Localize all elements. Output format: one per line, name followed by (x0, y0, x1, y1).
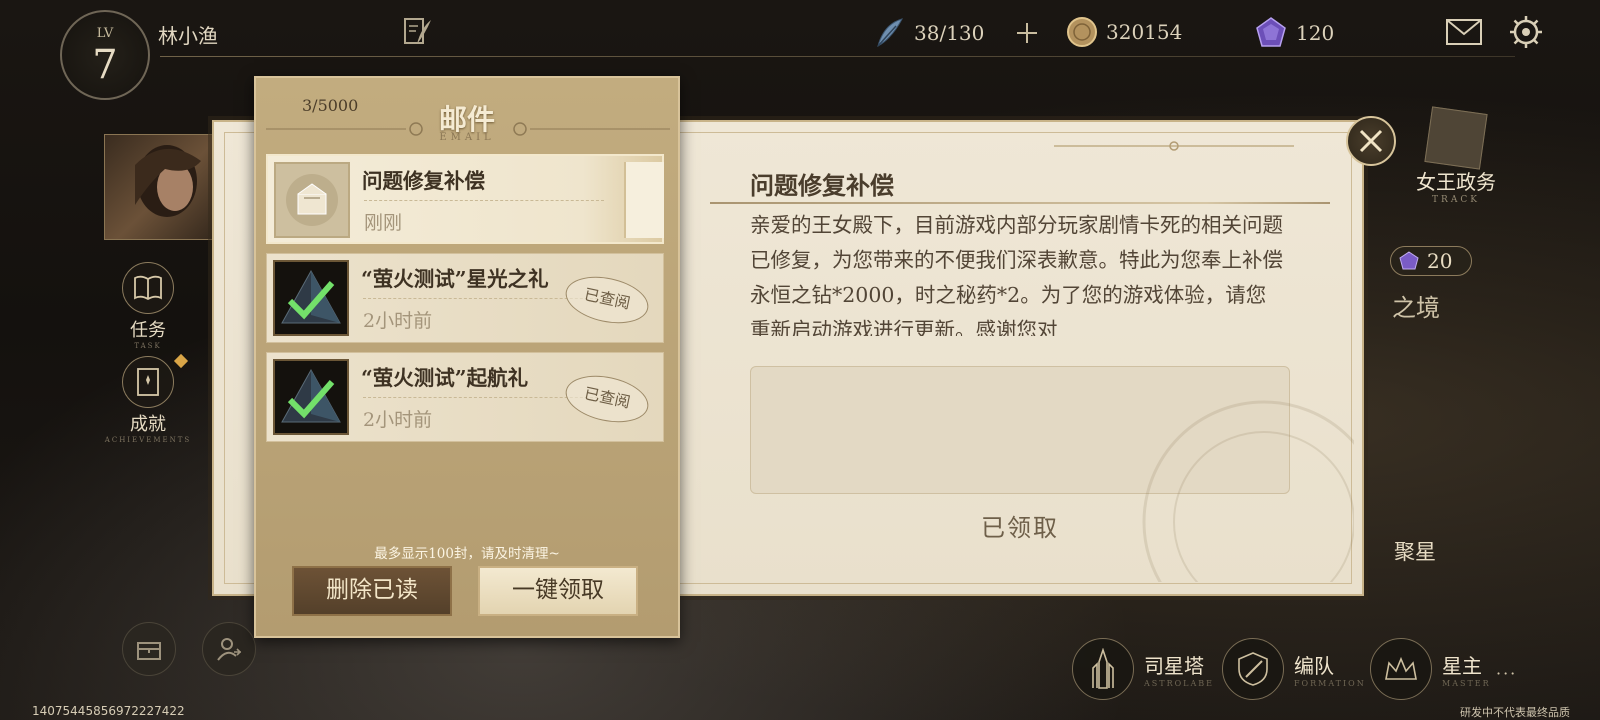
read-stamp: 已查阅 (561, 269, 653, 331)
close-icon (1359, 129, 1383, 153)
mail-header: 3/5000 邮件 EMAIL (256, 78, 678, 152)
pyramid-check-icon (281, 368, 341, 423)
mail-item-time: 2小时前 (363, 409, 433, 431)
level-number: 7 (92, 42, 118, 88)
shield-sword-icon (1222, 638, 1284, 700)
tower-icon (1072, 638, 1134, 700)
nav-formation[interactable]: 编队 FORMATION (1222, 638, 1366, 700)
envelope-icon (1446, 19, 1482, 45)
switch-character-button[interactable] (202, 622, 256, 676)
mail-item-name: “萤火测试”星光之礼 (361, 267, 549, 291)
mail-list: 问题修复补偿 刚刚 “萤火测试”星光之礼 2小时前 已查阅 “萤火测试”起航礼 … (266, 154, 664, 451)
gem-cost-value: 20 (1427, 249, 1453, 273)
add-stamina-button[interactable] (1012, 18, 1042, 48)
claim-all-button[interactable]: 一键领取 (478, 566, 638, 616)
mail-thumbnail (274, 162, 350, 238)
queen-affairs-sub: TRACK (1432, 195, 1480, 205)
chest-button[interactable] (122, 622, 176, 676)
game-screen: LV 7 林小渔 38/130 320154 120 任务 TASK 成就 AC… (0, 0, 1600, 720)
stamina-display: 38/130 (872, 16, 984, 50)
mail-item-selected[interactable]: 问题修复补偿 刚刚 (266, 154, 664, 244)
level-label: LV (96, 26, 114, 41)
quill-paper-icon (404, 18, 431, 44)
formation-sub: FORMATION (1294, 679, 1366, 688)
achievements-button[interactable]: 成就 ACHIEVEMENTS (103, 356, 193, 444)
queen-affairs-label: 女王政务 (1416, 170, 1496, 194)
purple-gem-small-icon (1399, 251, 1419, 270)
disclaimer-text: 研发中不代表最终品质 (1460, 706, 1570, 719)
detail-body-text: 亲爱的王女殿下，目前游戏内部分玩家剧情卡死的相关问题已修复，为您带来的不便我们深… (750, 213, 1283, 336)
coin-value: 320154 (1106, 20, 1183, 44)
nav-master[interactable]: 星主 MASTER (1370, 638, 1491, 700)
formation-label: 编队 (1294, 654, 1334, 678)
tasks-button[interactable]: 任务 TASK (103, 262, 193, 350)
nav-astrolabe[interactable]: 司星塔 ASTROLABE (1072, 638, 1214, 700)
open-envelope-icon (286, 174, 338, 226)
astrolabe-sub: ASTROLABE (1144, 679, 1214, 688)
chest-icon (137, 642, 161, 660)
mail-thumbnail (273, 359, 349, 435)
book-icon (122, 262, 174, 314)
mail-button[interactable] (1444, 16, 1484, 48)
scroll-quill-icon (1424, 106, 1488, 170)
selected-indicator (624, 162, 664, 238)
gear-icon (1510, 16, 1542, 48)
hud-divider (160, 56, 1515, 57)
detail-title: 问题修复补偿 (750, 171, 894, 200)
mail-limit-note: 最多显示100封，请及时清理~ (374, 546, 560, 562)
astrolabe-label: 司星塔 (1144, 654, 1204, 678)
more-icon[interactable]: ··· (1496, 664, 1517, 683)
master-sub: MASTER (1442, 679, 1491, 688)
mail-item-name: 问题修复补偿 (362, 169, 485, 193)
edit-profile-button[interactable] (400, 14, 436, 50)
crown-icon (1370, 638, 1432, 700)
coin-display: 320154 (1066, 16, 1182, 48)
mail-item-divider (364, 200, 604, 201)
tome-icon (122, 356, 174, 408)
title-divider (710, 202, 1330, 204)
purple-gem-icon (1256, 17, 1286, 47)
master-label: 星主 (1442, 654, 1482, 678)
delete-read-button[interactable]: 删除已读 (292, 566, 452, 616)
mail-item-time: 刚刚 (364, 212, 403, 234)
gem-value: 120 (1296, 21, 1335, 45)
user-switch-icon (217, 638, 242, 661)
player-name: 林小渔 (158, 24, 218, 48)
mail-thumbnail (273, 260, 349, 336)
tasks-sub: TASK (134, 342, 162, 350)
coin-icon (1067, 17, 1097, 47)
mail-item-time: 2小时前 (363, 310, 433, 332)
gather-stars-label[interactable]: 聚星 (1394, 536, 1436, 566)
settings-button[interactable] (1506, 12, 1546, 52)
mail-title-sub: EMAIL (439, 132, 495, 143)
mail-item[interactable]: “萤火测试”星光之礼 2小时前 已查阅 (266, 253, 664, 343)
close-button[interactable] (1346, 116, 1396, 166)
ornament-line-icon (1054, 141, 1294, 151)
gem-display: 120 (1254, 16, 1334, 50)
achievements-sub: ACHIEVEMENTS (104, 436, 192, 444)
user-id: 14075445856972227422 (32, 704, 185, 718)
pyramid-check-icon (281, 269, 341, 324)
realm-label[interactable]: 之境 (1392, 288, 1440, 323)
read-stamp: 已查阅 (561, 368, 653, 430)
stamina-value: 38/130 (914, 21, 985, 45)
queen-affairs-button[interactable]: 女王政务 TRACK (1404, 106, 1508, 205)
tasks-label: 任务 (130, 320, 166, 341)
level-badge[interactable]: LV 7 (60, 10, 150, 100)
plus-icon (1017, 23, 1037, 43)
mail-item[interactable]: “萤火测试”起航礼 2小时前 已查阅 (266, 352, 664, 442)
gem-cost-badge: 20 (1390, 246, 1472, 276)
achievements-label: 成就 (130, 414, 166, 435)
feather-icon (877, 18, 903, 48)
mail-item-name: “萤火测试”起航礼 (361, 366, 529, 390)
mail-list-panel: 3/5000 邮件 EMAIL 问题修复补偿 刚刚 “萤火测试”星光之礼 2小时… (254, 76, 680, 638)
clock-watermark-icon (1142, 400, 1354, 582)
